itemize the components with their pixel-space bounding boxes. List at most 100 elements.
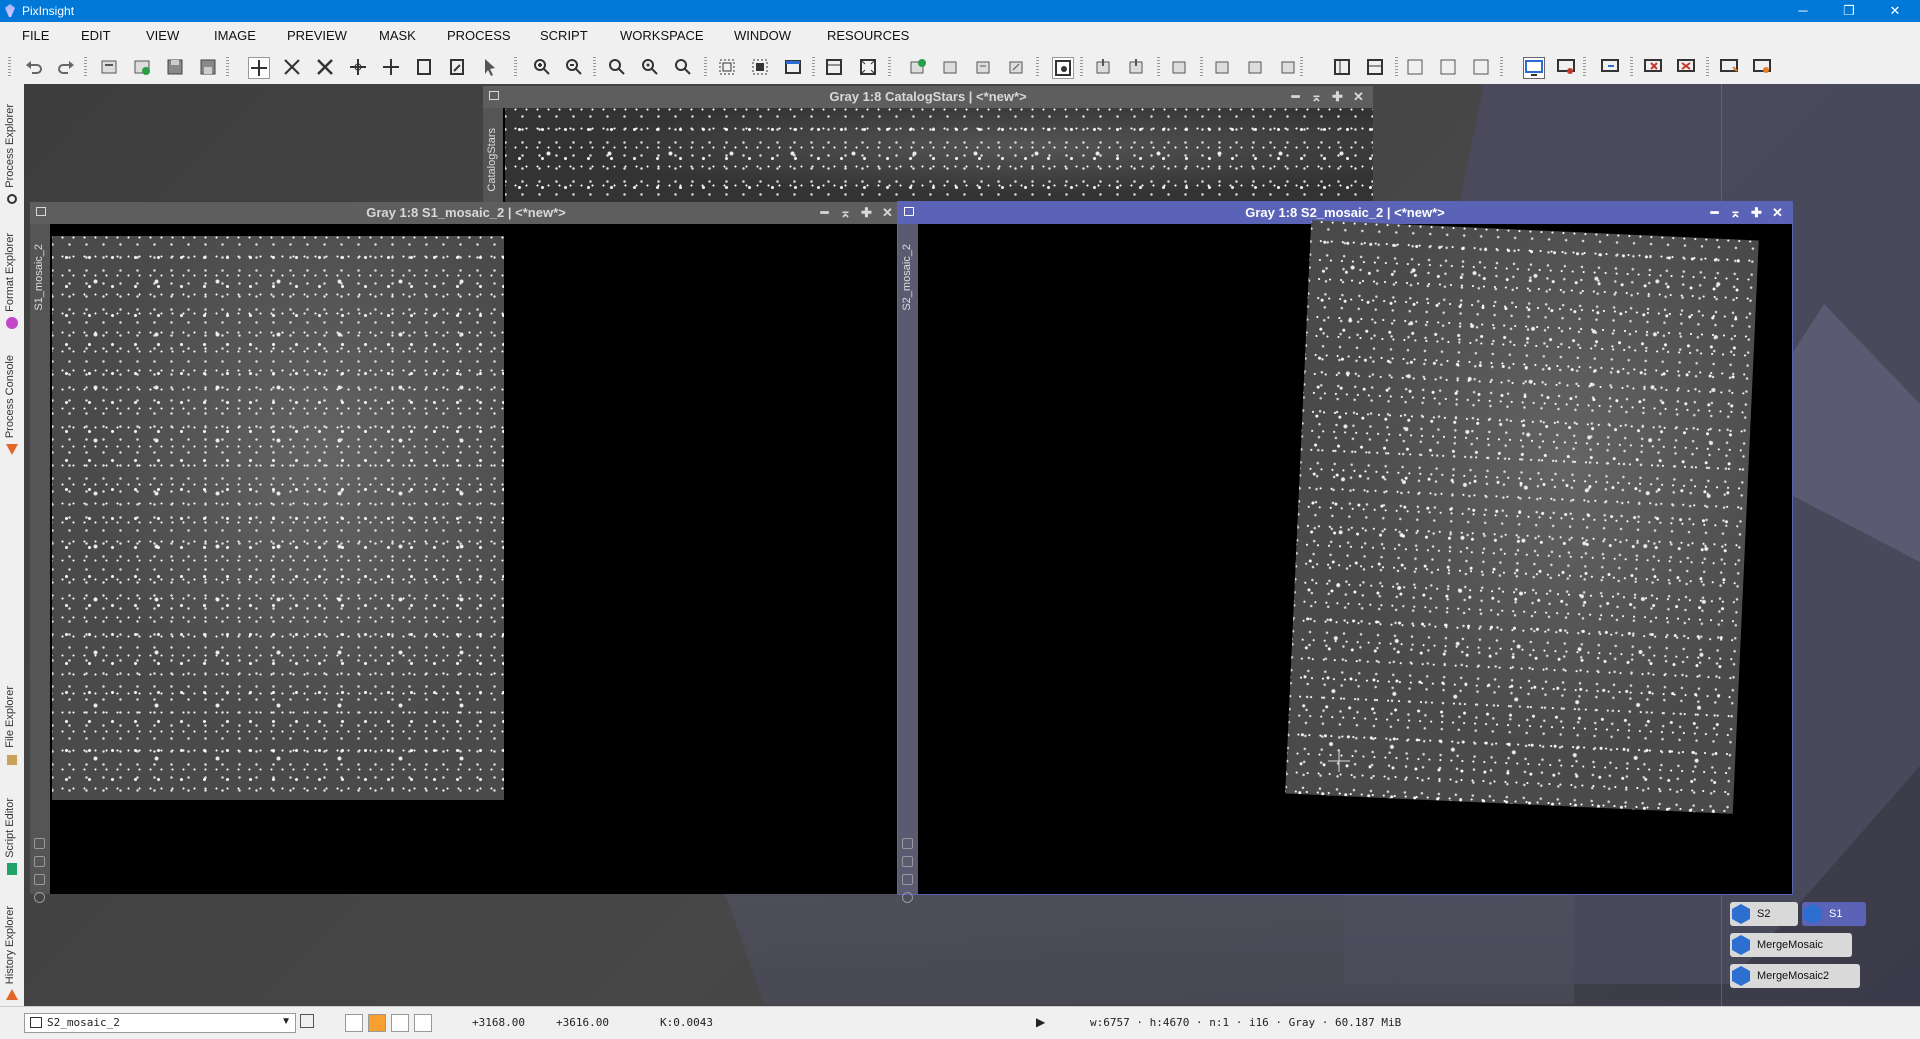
channel-3-swatch[interactable] (391, 1014, 409, 1032)
new-image-icon[interactable] (99, 57, 119, 77)
menu-edit[interactable]: EDIT (81, 28, 111, 43)
icon-merge-mosaic2[interactable]: MergeMosaic2 (1730, 964, 1860, 988)
file-explorer-tab[interactable]: File Explorer (0, 664, 24, 770)
readout-mode-icon[interactable] (248, 57, 270, 79)
zoom-mode-icon[interactable] (282, 57, 302, 77)
mask-new-icon[interactable] (908, 57, 928, 77)
process-console-tab[interactable]: Process Console (0, 338, 24, 460)
maximize-icon[interactable]: ✚ (1746, 202, 1767, 223)
fit-window-icon[interactable] (750, 57, 770, 77)
fit-view-icon[interactable] (717, 57, 737, 77)
tile-icon[interactable] (858, 57, 878, 77)
view-selector[interactable]: S2_mosaic_2 ▼ (24, 1013, 296, 1033)
undo-icon[interactable] (24, 57, 44, 77)
channel-1-swatch[interactable] (345, 1014, 363, 1032)
maximize-icon[interactable]: ✚ (1327, 86, 1348, 107)
close-icon[interactable]: ✕ (877, 202, 898, 223)
window-titlebar[interactable]: Gray 1:8 CatalogStars | <*new*> ━ ⌅ ✚ ✕ (483, 86, 1373, 108)
icon-image-s2[interactable]: S2 (1730, 902, 1798, 926)
window-side-tab[interactable]: S1_mosaic_2 (30, 224, 50, 903)
mask-invert-icon[interactable] (974, 57, 994, 77)
menu-image[interactable]: IMAGE (214, 28, 256, 43)
shade-icon[interactable]: ⌅ (1725, 202, 1746, 223)
close-icon[interactable]: ✕ (1348, 86, 1369, 107)
preview-restore-icon[interactable] (1127, 57, 1147, 77)
image-canvas[interactable] (505, 108, 1373, 204)
show-mask-icon[interactable] (1052, 57, 1074, 79)
menu-workspace[interactable]: WORKSPACE (620, 28, 704, 43)
shade-icon[interactable]: ⌅ (835, 202, 856, 223)
pointer-icon[interactable] (480, 57, 500, 77)
close-all-icon[interactable] (1676, 57, 1696, 77)
window-titlebar[interactable]: Gray 1:8 S1_mosaic_2 | <*new*> ━ ⌅ ✚ ✕ (30, 202, 902, 224)
move-icon[interactable] (381, 57, 401, 77)
workspace[interactable]: Gray 1:8 CatalogStars | <*new*> ━ ⌅ ✚ ✕ Cat… (24, 84, 1920, 1006)
icon-image-s1[interactable]: S1 (1802, 902, 1866, 926)
shade-icon[interactable]: ⌅ (1306, 86, 1327, 107)
chevron-down-icon[interactable]: ▼ (281, 1016, 291, 1027)
preview-store-icon[interactable] (1094, 57, 1114, 77)
menu-resources[interactable]: RESOURCES (827, 28, 909, 43)
stf-link-icon[interactable] (1246, 57, 1266, 77)
rotate-icon[interactable] (1405, 57, 1425, 77)
import-icon[interactable] (1752, 57, 1772, 77)
menu-view[interactable]: VIEW (146, 28, 179, 43)
stf-icon[interactable] (1213, 57, 1233, 77)
target-icon[interactable] (34, 892, 45, 903)
zoom-in-icon[interactable] (532, 57, 552, 77)
window-menu-icon[interactable] (489, 91, 499, 100)
menu-file[interactable]: FILE (22, 28, 49, 43)
minimize-icon[interactable]: ━ (1704, 202, 1725, 223)
channel-4-swatch[interactable] (414, 1014, 432, 1032)
image-window-catalogstars[interactable]: Gray 1:8 CatalogStars | <*new*> ━ ⌅ ✚ ✕ Cat… (483, 86, 1373, 204)
monitor-icon[interactable] (1523, 57, 1545, 79)
pan-mode-icon[interactable] (315, 57, 335, 77)
mask-select-icon[interactable] (941, 57, 961, 77)
mask-remove-icon[interactable] (1007, 57, 1027, 77)
redo-icon[interactable] (56, 57, 76, 77)
horizontal-panel-icon[interactable] (1365, 57, 1385, 77)
window-menu-icon[interactable] (36, 207, 46, 216)
image-canvas[interactable] (1285, 220, 1759, 814)
preview-update-icon[interactable] (1170, 57, 1190, 77)
zoom-icon[interactable] (34, 838, 45, 849)
new-preview-icon[interactable] (414, 57, 434, 77)
close-window-button[interactable]: ✕ (1872, 0, 1918, 22)
menu-process[interactable]: PROCESS (447, 28, 511, 43)
play-icon[interactable]: ▶ (1036, 1015, 1045, 1029)
image-window-s1-mosaic[interactable]: Gray 1:8 S1_mosaic_2 | <*new*> ━ ⌅ ✚ ✕ S1_m… (30, 202, 902, 903)
export-icon[interactable] (1719, 57, 1739, 77)
window-side-tab[interactable]: CatalogStars (483, 108, 503, 204)
stf-reset-icon[interactable] (1279, 57, 1299, 77)
history-explorer-tab[interactable]: History Explorer (0, 884, 24, 1006)
zoom-icon[interactable] (902, 838, 913, 849)
menu-window[interactable]: WINDOW (734, 28, 791, 43)
menu-preview[interactable]: PREVIEW (287, 28, 347, 43)
target-icon[interactable] (902, 892, 913, 903)
restore-window-button[interactable]: ❐ (1826, 0, 1872, 22)
edit-preview-icon[interactable] (447, 57, 467, 77)
minimize-icon[interactable]: ━ (1285, 86, 1306, 107)
center-icon[interactable] (348, 57, 368, 77)
window-layout-icon[interactable] (783, 57, 803, 77)
copy-icon[interactable] (34, 874, 45, 885)
image-canvas[interactable] (52, 236, 504, 800)
save-as-icon[interactable] (198, 57, 218, 77)
close-icon[interactable]: ✕ (1767, 202, 1788, 223)
channel-2-swatch[interactable] (368, 1014, 386, 1032)
window-side-tab[interactable]: S2_mosaic_2 (898, 224, 918, 903)
zoom-window-icon[interactable] (673, 57, 693, 77)
image-window-s2-mosaic[interactable]: Gray 1:8 S2_mosaic_2 | <*new*> ━ ⌅ ✚ ✕ S2_m… (898, 202, 1792, 903)
format-explorer-tab[interactable]: Format Explorer (0, 212, 24, 334)
zoom-fit-icon[interactable] (607, 57, 627, 77)
flip-h-icon[interactable] (1438, 57, 1458, 77)
copy-icon[interactable] (902, 874, 913, 885)
window-menu-icon[interactable] (904, 207, 914, 216)
track-view-icon[interactable] (300, 1014, 314, 1028)
icon-merge-mosaic[interactable]: MergeMosaic (1730, 933, 1852, 957)
screen-capture-icon[interactable] (1600, 57, 1620, 77)
zoom-out-icon[interactable] (564, 57, 584, 77)
menu-mask[interactable]: MASK (379, 28, 416, 43)
close-image-icon[interactable] (1643, 57, 1663, 77)
zoom-1-1-icon[interactable] (640, 57, 660, 77)
